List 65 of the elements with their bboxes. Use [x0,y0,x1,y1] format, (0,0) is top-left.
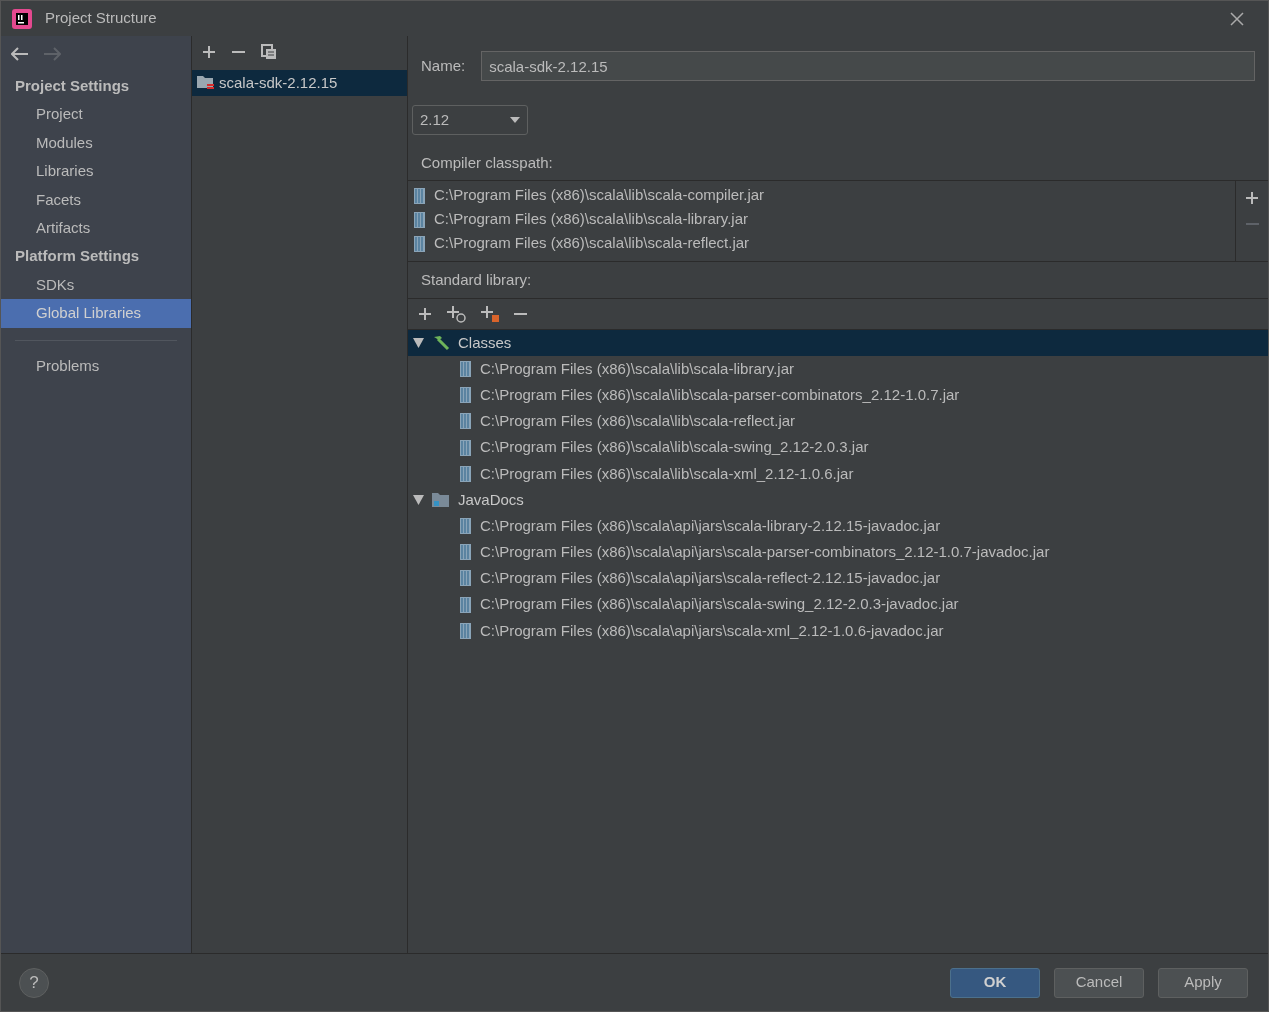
jar-icon [460,465,471,482]
classpath-entry: C:\Program Files (x86)\scala\lib\scala-reflect.jar [434,233,750,254]
sidebar-item[interactable]: SDKs [1,270,191,299]
classpath-entry: C:\Program Files (x86)\scala\lib\scala-compiler.jar [434,185,765,206]
jar-icon [414,211,425,228]
expand-arrow-icon[interactable] [413,494,424,505]
dropdown-arrow-icon [510,117,520,123]
tree-entry: C:\Program Files (x86)\scala\api\jars\scala-reflect-2.12.15-javadoc.jar [480,568,941,589]
jar-icon [460,596,471,613]
name-field[interactable]: scala-sdk-2.12.15 [481,51,1255,81]
tree-entry: C:\Program Files (x86)\scala\lib\scala-swing_2.12-2.0.3.jar [480,437,869,458]
add-icon[interactable] [1245,190,1259,205]
sidebar-item[interactable]: Global Libraries [1,299,191,328]
jar-icon [460,518,471,535]
window-title: Project Structure [45,8,157,29]
close-icon[interactable] [1230,11,1244,26]
folder-icon [432,491,450,508]
jar-icon [414,187,425,204]
app-logo-icon [11,7,33,30]
tree-entry: C:\Program Files (x86)\scala\lib\scala-library.jar [480,358,794,379]
tree-entry: C:\Program Files (x86)\scala\lib\scala-xml_2.12-1.0.6.jar [480,463,854,484]
jar-icon [460,439,471,456]
sidebar-item[interactable]: Facets [1,185,191,214]
tree-entry: C:\Program Files (x86)\scala\api\jars\scala-xml_2.12-1.0.6-javadoc.jar [480,620,944,641]
sidebar-item[interactable]: Libraries [1,157,191,186]
sidebar-item[interactable]: Modules [1,128,191,157]
tree-node[interactable]: Classes [408,330,1268,356]
jar-icon [460,413,471,430]
classpath-entry: C:\Program Files (x86)\scala\lib\scala-library.jar [434,209,748,230]
tree-entry: C:\Program Files (x86)\scala\lib\scala-reflect.jar [480,411,796,432]
sidebar-item[interactable]: Artifacts [1,214,191,243]
apply-button[interactable]: Apply [1158,967,1248,998]
jar-icon [414,235,425,252]
jar-icon [460,622,471,639]
tree-node[interactable]: JavaDocs [408,486,1268,513]
tree-entry: C:\Program Files (x86)\scala\api\jars\scala-parser-combinators_2.12-1.0.7-javadoc.jar [480,541,1050,562]
add-icon[interactable] [418,307,432,321]
jar-icon [460,570,471,587]
copy-icon[interactable] [261,44,277,60]
hammer-icon [432,335,450,351]
sidebar-item[interactable]: Project [1,100,191,129]
library-folder-icon [197,75,215,91]
tree-entry: C:\Program Files (x86)\scala\lib\scala-parser-combinators_2.12-1.0.7.jar [480,385,960,406]
sidebar-item[interactable]: Problems [1,352,191,381]
section-header: Project Settings [14,75,131,96]
jar-icon [460,387,471,404]
add-folder-icon[interactable] [480,305,500,323]
back-arrow-icon[interactable] [11,47,29,61]
tree-entry: C:\Program Files (x86)\scala\api\jars\scala-swing_2.12-2.0.3-javadoc.jar [480,594,959,615]
ok-button[interactable]: OK [950,967,1040,998]
section-header: Platform Settings [14,246,141,267]
add-from-web-icon[interactable] [446,305,466,323]
section-label: Standard library: [408,261,1268,299]
add-icon[interactable] [202,45,216,59]
version-dropdown[interactable]: 2.12 [412,105,528,135]
tree-entry: C:\Program Files (x86)\scala\api\jars\scala-library-2.12.15-javadoc.jar [480,515,941,536]
help-button[interactable]: ? [19,967,49,998]
cancel-button[interactable]: Cancel [1054,967,1144,998]
name-label: Name: [421,55,466,76]
section-label: Compiler classpath: [420,153,554,173]
remove-icon [1245,222,1259,225]
jar-icon [460,361,471,378]
expand-arrow-icon[interactable] [413,338,424,348]
jar-icon [460,544,471,561]
library-item[interactable]: scala-sdk-2.12.15 [192,70,407,96]
